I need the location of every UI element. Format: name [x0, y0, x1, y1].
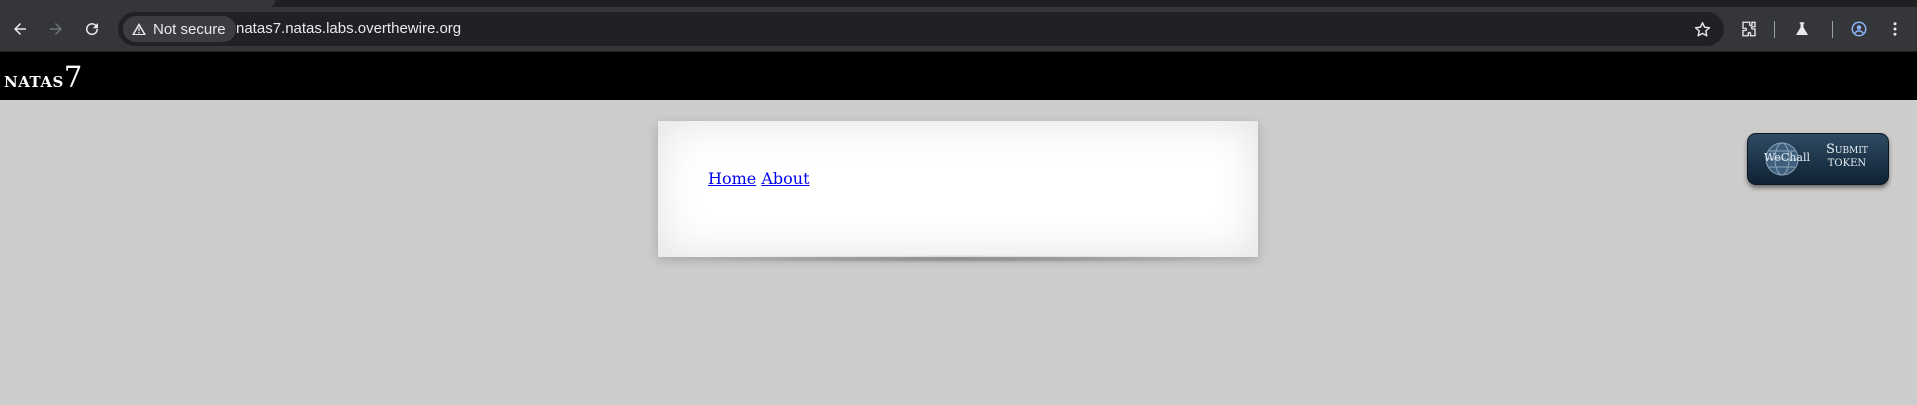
active-tab[interactable] [0, 0, 275, 7]
url-text[interactable]: natas7.natas.labs.overthewire.org [236, 20, 461, 37]
security-chip[interactable]: Not secure [123, 16, 236, 42]
back-button[interactable] [4, 13, 36, 45]
title-number: 7 [63, 60, 83, 94]
bookmark-button[interactable] [1690, 17, 1714, 41]
menu-dots-icon [1893, 22, 1897, 36]
submit-token-label: Submit token [1826, 143, 1868, 171]
nav-links: Home About [708, 169, 810, 188]
wechall-submit-token-button[interactable]: WeChall Submit token [1747, 133, 1889, 185]
star-icon [1694, 21, 1710, 37]
browser-menu-button[interactable] [1879, 13, 1911, 45]
page-title: natas7 [4, 60, 83, 94]
extensions-button[interactable] [1733, 13, 1765, 45]
address-bar[interactable]: Not secure natas7.natas.labs.overthewire… [118, 12, 1724, 46]
browser-toolbar: Not secure natas7.natas.labs.overthewire… [0, 7, 1917, 52]
profile-icon [1851, 21, 1867, 37]
forward-button[interactable] [40, 13, 72, 45]
profile-button[interactable] [1843, 13, 1875, 45]
labs-button[interactable] [1786, 13, 1818, 45]
security-chip-label: Not secure [153, 20, 226, 38]
back-icon [14, 23, 26, 35]
submit-label: Submit [1826, 142, 1868, 157]
tab-strip [0, 0, 1917, 7]
title-prefix: natas [4, 67, 64, 92]
reload-icon [86, 23, 99, 36]
site-header: natas7 [0, 52, 1917, 100]
toolbar-separator [1774, 21, 1775, 38]
home-link[interactable]: Home [708, 169, 756, 188]
warning-icon [132, 23, 146, 35]
content-box: Home About [658, 121, 1258, 263]
token-label: token [1827, 158, 1867, 169]
labs-flask-icon [1796, 22, 1808, 35]
wechall-logo-text: WeChall [1764, 151, 1811, 164]
reload-button[interactable] [76, 13, 108, 45]
about-link[interactable]: About [761, 169, 809, 188]
toolbar-separator [1832, 21, 1833, 38]
extensions-icon [1742, 21, 1756, 37]
forward-icon [50, 23, 62, 35]
